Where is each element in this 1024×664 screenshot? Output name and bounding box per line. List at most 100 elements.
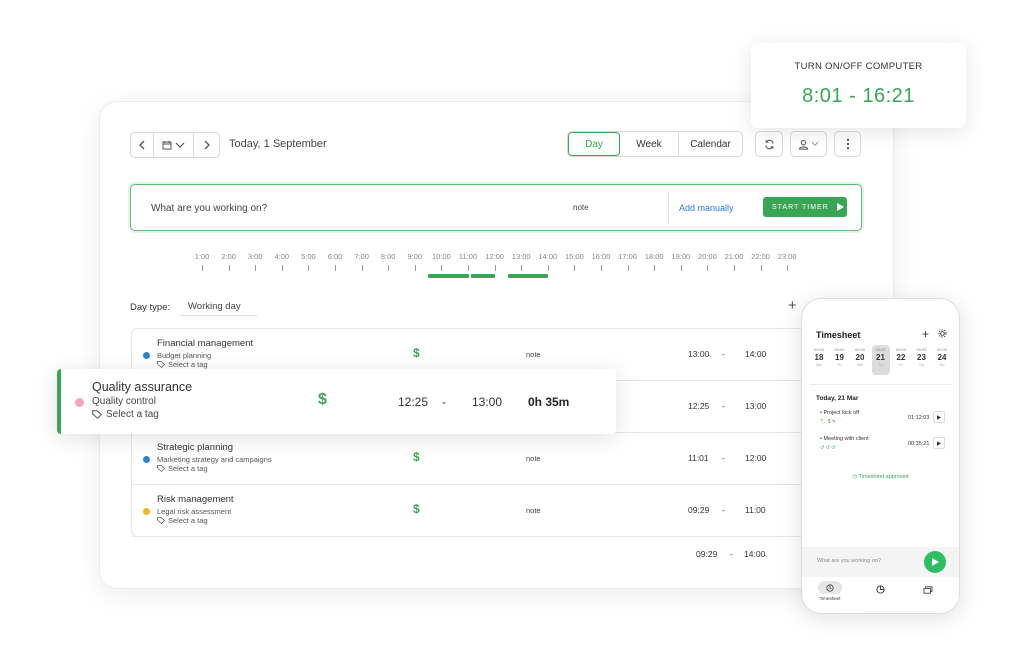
- end-time[interactable]: 13:00: [745, 401, 766, 411]
- end-time[interactable]: 14:00: [745, 349, 766, 359]
- highlighted-time-entry[interactable]: Quality assurance Quality control Select…: [57, 369, 616, 434]
- table-row[interactable]: Risk management Legal risk assessment Se…: [132, 485, 822, 537]
- timesheet-approved-status: ◷ Timesheet approved: [802, 474, 959, 480]
- mobile-settings-button[interactable]: [938, 329, 947, 340]
- timeline-hour-label: 12:00: [485, 252, 504, 261]
- mobile-task-input[interactable]: What are you working on?: [817, 558, 881, 564]
- previous-day-button[interactable]: [131, 133, 154, 157]
- mobile-page-title: Timesheet: [816, 330, 861, 340]
- billable-toggle[interactable]: $: [413, 502, 420, 516]
- note-field[interactable]: note: [526, 454, 541, 463]
- total-start-time: 09:29: [696, 549, 718, 559]
- timeline-tick: [521, 265, 523, 271]
- day-number: 21: [876, 353, 885, 362]
- timeline-activity-segment[interactable]: [428, 274, 470, 278]
- computer-activity-label: TURN ON/OFF COMPUTER: [794, 61, 923, 72]
- mobile-week-strip: 00:00 18 Mo 00:00 19 Tu 00:00 20 We 00:00 21 Th …: [810, 345, 955, 375]
- end-time[interactable]: 12:00: [745, 453, 766, 463]
- select-tag[interactable]: Select a tag: [157, 516, 208, 525]
- start-time[interactable]: 12:25: [398, 395, 428, 409]
- mobile-day[interactable]: 00:00 22 Fr: [892, 345, 910, 367]
- start-timer-label: START TIMER: [772, 203, 829, 211]
- start-time[interactable]: 09:29: [688, 505, 709, 515]
- day-weekday: Th: [878, 362, 883, 367]
- timeline-tick: [494, 265, 496, 271]
- timeline-tick: [202, 265, 203, 271]
- mobile-timer-bar: What are you working on?: [802, 547, 959, 577]
- end-time[interactable]: 11:00: [745, 505, 766, 515]
- timeline-tick: [654, 265, 656, 271]
- timeline-hour-label: 5:00: [301, 252, 316, 261]
- more-options-button[interactable]: [834, 131, 861, 157]
- start-timer-button[interactable]: START TIMER: [763, 197, 847, 217]
- add-manually-link[interactable]: Add manually: [679, 203, 734, 213]
- refresh-button[interactable]: [755, 131, 783, 157]
- timeline-activity-segment[interactable]: [507, 274, 548, 278]
- computer-activity-time: 8:01 - 16:21: [802, 85, 915, 107]
- timeline-activity-segment[interactable]: [470, 274, 495, 278]
- start-time[interactable]: 11:01: [688, 453, 709, 463]
- tab-week[interactable]: Week: [620, 132, 679, 156]
- mobile-entry-play-button[interactable]: [933, 411, 945, 423]
- gear-icon: [938, 329, 947, 338]
- timeline-tick: [627, 265, 629, 271]
- timeline-hour-label: 21:00: [724, 252, 744, 261]
- tab-day[interactable]: Day: [568, 132, 620, 156]
- mobile-nav-projects[interactable]: [908, 581, 948, 599]
- billable-toggle[interactable]: $: [318, 391, 327, 409]
- mobile-day-selected[interactable]: 00:00 21 Th: [871, 345, 890, 375]
- mobile-entry-name: • Meeting with client: [820, 436, 869, 442]
- day-number: 18: [814, 353, 824, 362]
- pie-chart-icon: [875, 585, 885, 594]
- play-icon: [836, 203, 844, 211]
- project-color-dot: [143, 508, 150, 515]
- mobile-day[interactable]: 00:00 24 Su: [933, 345, 951, 367]
- timeline-hour-label: 9:00: [407, 252, 423, 261]
- task-input[interactable]: What are you working on?: [151, 203, 267, 214]
- end-time[interactable]: 13:00: [472, 395, 502, 409]
- start-time[interactable]: 13:00: [688, 349, 709, 359]
- select-tag[interactable]: Select a tag: [157, 360, 208, 369]
- day-time: 00:00: [936, 347, 947, 352]
- select-tag[interactable]: Select a tag: [92, 409, 159, 420]
- project-name: Strategic planning: [157, 442, 234, 453]
- nav-label: Timesheet: [819, 596, 841, 601]
- next-day-button[interactable]: [194, 133, 219, 157]
- mobile-entry-play-button[interactable]: [933, 437, 945, 449]
- day-number: 22: [896, 353, 906, 362]
- note-field[interactable]: note: [526, 506, 541, 515]
- select-tag-label: Select a tag: [106, 409, 159, 420]
- calendar-picker-button[interactable]: [154, 133, 194, 157]
- mobile-day[interactable]: 00:00 19 Tu: [831, 345, 849, 367]
- clock-icon: [826, 583, 834, 592]
- user-filter-button[interactable]: [790, 131, 827, 157]
- select-tag[interactable]: Select a tag: [157, 464, 208, 473]
- day-time: 00:00: [834, 347, 845, 352]
- timeline-tick: [734, 265, 735, 271]
- table-row[interactable]: Strategic planning Marketing strategy an…: [132, 433, 822, 485]
- mobile-start-timer-button[interactable]: [924, 551, 946, 573]
- day-timeline: 1:00 2:00 3:00 4:00 5:00 6:00 7:00 8:00 9:00 10:0…: [190, 252, 810, 292]
- user-icon: [798, 139, 809, 150]
- note-input[interactable]: note: [573, 203, 589, 212]
- mobile-day[interactable]: 00:00 18 Mo: [810, 345, 828, 367]
- mobile-add-button[interactable]: +: [922, 327, 929, 341]
- note-field[interactable]: note: [526, 350, 541, 359]
- mobile-nav-reports[interactable]: [860, 581, 900, 599]
- select-tag-label: Select a tag: [168, 464, 208, 473]
- start-time[interactable]: 12:25: [688, 401, 709, 411]
- timeline-tick: [574, 265, 576, 271]
- mobile-time-entry[interactable]: • Meeting with client ↺ ↺ ↺ 00:35:21: [816, 436, 952, 456]
- billable-toggle[interactable]: $: [413, 346, 420, 360]
- add-entry-button[interactable]: +: [788, 297, 797, 314]
- billable-toggle[interactable]: $: [413, 450, 420, 464]
- tab-calendar[interactable]: Calendar: [679, 132, 742, 156]
- total-end-time: 14:00: [744, 549, 766, 559]
- mobile-nav-timesheet[interactable]: Timesheet: [810, 581, 850, 601]
- day-type-select[interactable]: Working day: [180, 296, 257, 316]
- mobile-day[interactable]: 00:00 20 We: [851, 345, 869, 367]
- mobile-time-entry[interactable]: • Project kick off 🏷 $ ✎ 01:12:03: [816, 410, 952, 430]
- timeline-hour-label: 1:00: [194, 252, 210, 261]
- mobile-day[interactable]: 00:00 23 Sa: [913, 345, 931, 367]
- timeline-tick: [335, 265, 336, 271]
